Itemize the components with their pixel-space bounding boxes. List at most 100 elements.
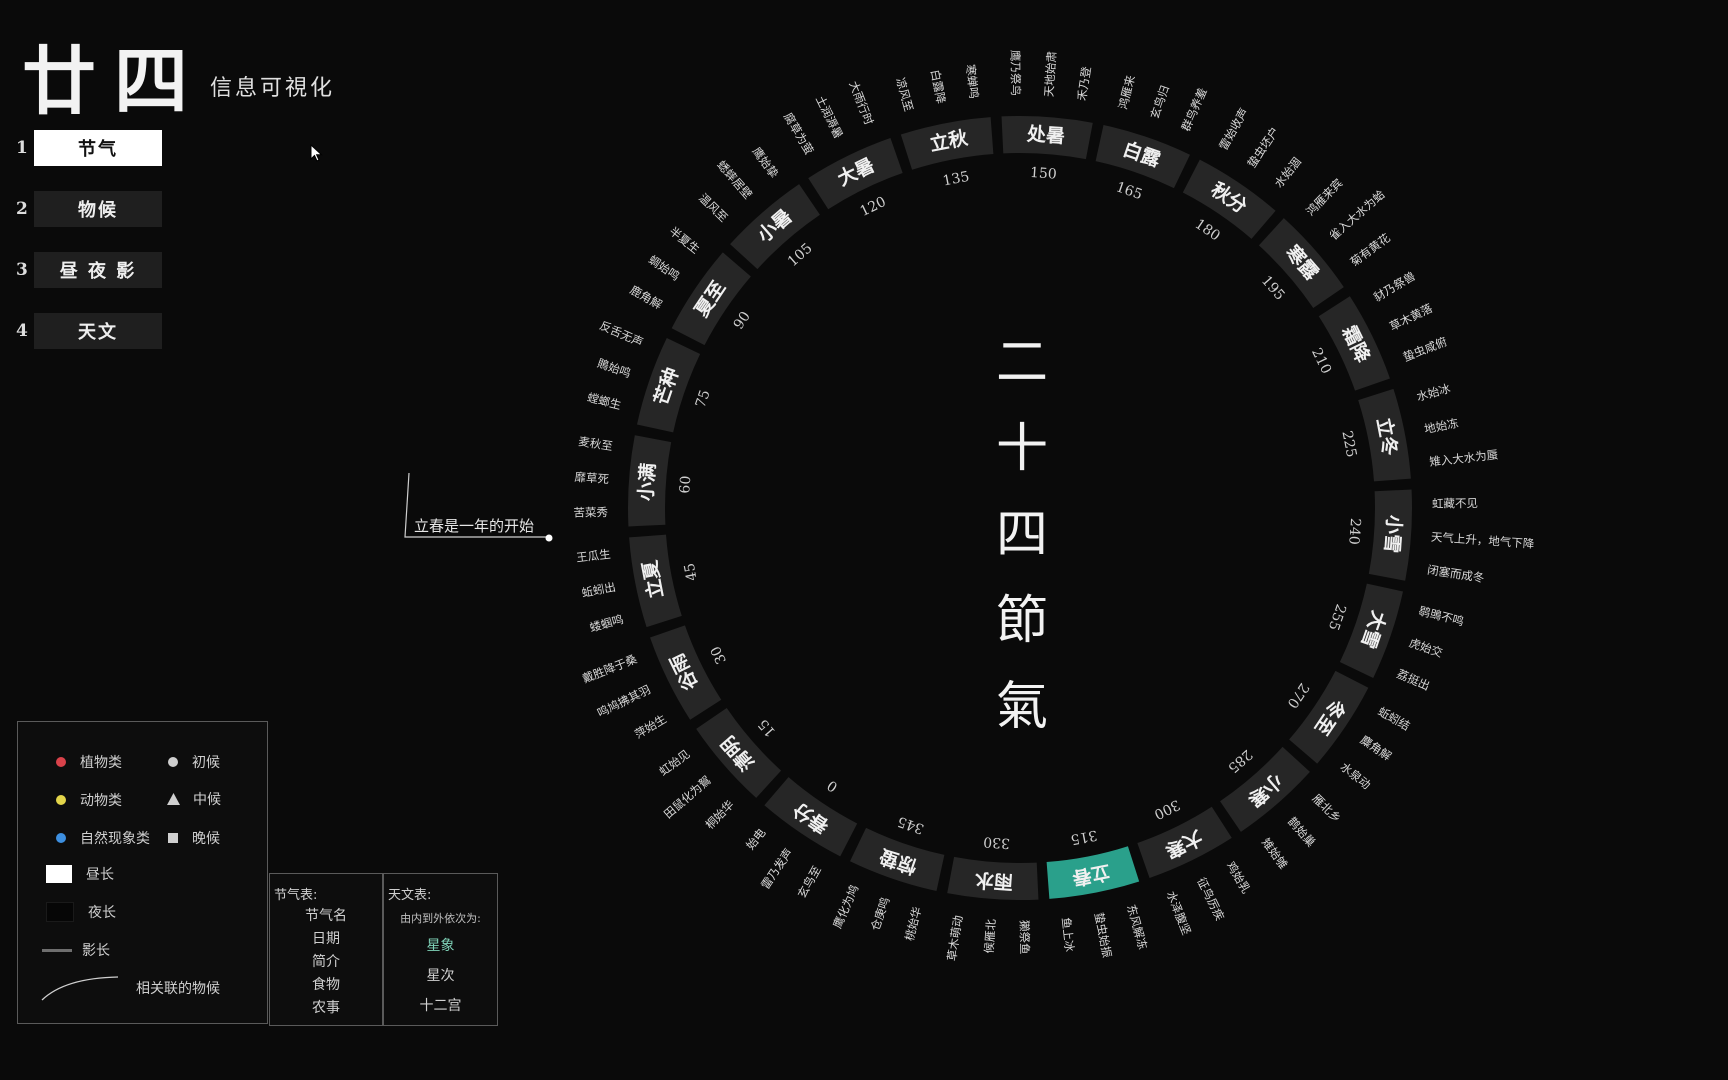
degree-label: 30: [708, 643, 730, 666]
phenology-label: 鸡始乳: [1224, 859, 1254, 896]
phenology-label: 戴胜降于桑: [580, 652, 639, 686]
table-subtitle: 由内到外依次为:: [400, 912, 481, 925]
phenology-label: 征鸟厉疾: [1194, 875, 1227, 923]
legend-day: 昼长: [46, 864, 114, 884]
phenology-label: 寒蝉鸣: [963, 64, 981, 100]
degree-label: 60: [677, 475, 694, 494]
phenology-label: 草木萌动: [945, 914, 966, 962]
table-row: 星象: [426, 938, 455, 954]
solar-term-table: 节气表: 节气名 日期 简介 食物 农事: [269, 873, 383, 1026]
phenology-label: 豺乃祭兽: [1371, 269, 1418, 304]
phenology-label: 凉风至: [893, 76, 916, 113]
phenology-label: 鹰乃祭鸟: [1008, 50, 1022, 96]
phenology-label: 白露降: [928, 68, 948, 105]
center-title-char: 十: [995, 419, 1048, 479]
table-row: 节气名: [305, 908, 347, 924]
degree-label: 90: [731, 309, 754, 333]
phenology-label: 蛰虫坯户: [1245, 124, 1282, 170]
legend-middle: 中候: [167, 789, 221, 809]
phenology-label: 蟋蟀居壁: [714, 158, 755, 202]
phenology-label: 天气上升，地气下降: [1431, 530, 1536, 551]
table-title: 节气表:: [274, 888, 318, 903]
degree-label: 180: [1192, 216, 1223, 244]
phenology-label: 鹿角解: [628, 283, 665, 312]
degree-label: 300: [1151, 796, 1182, 822]
degree-label: 120: [858, 194, 889, 220]
plant-dot-icon: [56, 757, 66, 767]
degree-label: 270: [1284, 680, 1312, 711]
phenology-label: 蜩始鸣: [646, 253, 682, 284]
phenology-label: 反舌无声: [598, 318, 646, 349]
degree-label: 15: [755, 716, 779, 740]
phenology-label: 禾乃登: [1075, 65, 1094, 102]
triangle-icon: [167, 793, 180, 805]
legend-related: 相关联的物候: [40, 974, 220, 1002]
phenology-label: 苦菜秀: [573, 505, 608, 519]
phenology-label: 雉始雊: [1259, 835, 1291, 871]
astronomy-table: 天文表: 由内到外依次为: 星象 星次 十二宫: [383, 873, 498, 1026]
degree-label: 240: [1345, 517, 1363, 545]
phenology-label: 荔挺出: [1395, 667, 1432, 694]
center-title-char: 氣: [995, 677, 1048, 737]
square-icon: [168, 833, 178, 843]
phenology-label: 王瓜生: [576, 547, 612, 565]
phenology-label: 蚯蚓出: [580, 580, 617, 600]
phenology-label: 麦秋至: [577, 434, 613, 453]
table-row: 食物: [312, 977, 340, 993]
legend-late: 晚候: [168, 828, 220, 848]
degree-label: 345: [896, 813, 926, 837]
degree-label: 195: [1258, 273, 1288, 304]
phenology-label: 水泽腹坚: [1164, 889, 1194, 937]
phenology-label: 鱼上冰: [1059, 917, 1077, 953]
center-title-char: 節: [995, 591, 1048, 651]
legend-initial: 初候: [168, 752, 220, 772]
phenology-label: 天地始肃: [1042, 51, 1059, 98]
phenology-label: 菊有黄花: [1347, 230, 1393, 269]
table-row: 简介: [312, 954, 340, 970]
legend-animal: 动物类: [56, 790, 122, 810]
callout-marker-dot: [545, 534, 553, 542]
phenology-label: 虎始交: [1407, 636, 1445, 661]
phenology-label: 大雨行时: [846, 79, 876, 127]
phenology-label: 鹊始巢: [1285, 814, 1319, 850]
phenology-label: 蝼蝈鸣: [588, 612, 625, 635]
degree-label: 105: [785, 240, 816, 270]
phenology-label: 蚯蚓结: [1376, 704, 1413, 733]
phenology-label: 螳螂生: [586, 390, 623, 412]
table-row: 十二宫: [419, 998, 462, 1014]
table-title: 天文表:: [388, 888, 432, 903]
phenology-label: 腐草为萤: [781, 110, 816, 157]
phenology-label: 玄鸟归: [1148, 84, 1172, 121]
degree-label: 75: [693, 388, 714, 410]
phenology-label: 温风至: [696, 191, 730, 225]
legend-panel: 植物类 初候 动物类 中候 自然现象类 晚候 昼长 夜长 影长 相关联的物候: [17, 721, 268, 1024]
term-label: 小雪: [1380, 514, 1405, 553]
circle-icon: [168, 757, 178, 767]
callout-text: 立春是一年的开始: [414, 517, 535, 535]
legend-shadow: 影长: [42, 940, 110, 960]
phenology-label: 田鼠化为鴽: [661, 773, 714, 821]
phenology-label: 靡草死: [574, 470, 610, 486]
table-row: 星次: [426, 968, 455, 984]
phenology-label: 雷乃发声: [758, 846, 795, 892]
legend-night: 夜长: [46, 902, 116, 922]
phenology-label: 水始冰: [1415, 381, 1452, 404]
phenology-label: 鹰始挚: [749, 144, 781, 180]
phenology-label: 土润溽暑: [813, 93, 846, 140]
center-title-char: 二: [995, 333, 1048, 393]
phenology-label: 蛰虫始振: [1092, 911, 1115, 959]
center-title-char: 四: [995, 505, 1048, 565]
degree-label: 0: [824, 777, 840, 795]
center-title: 二 十 四 節 氣: [994, 320, 1050, 750]
degree-label: 225: [1338, 429, 1359, 458]
phenology-label: 鹖鴠不鸣: [1417, 604, 1465, 629]
phenology-label: 群鸟养羞: [1179, 86, 1210, 134]
legend-plant: 植物类: [56, 752, 122, 772]
degree-label: 255: [1325, 602, 1349, 632]
phenology-label: 桐始华: [703, 797, 737, 831]
phenology-label: 闭塞而成冬: [1426, 563, 1485, 586]
phenology-label: 鸿雁来宾: [1303, 176, 1345, 219]
degree-label: 330: [983, 833, 1011, 851]
phenology-label: 草木黄落: [1387, 301, 1435, 334]
phenology-label: 地始冻: [1423, 416, 1460, 436]
